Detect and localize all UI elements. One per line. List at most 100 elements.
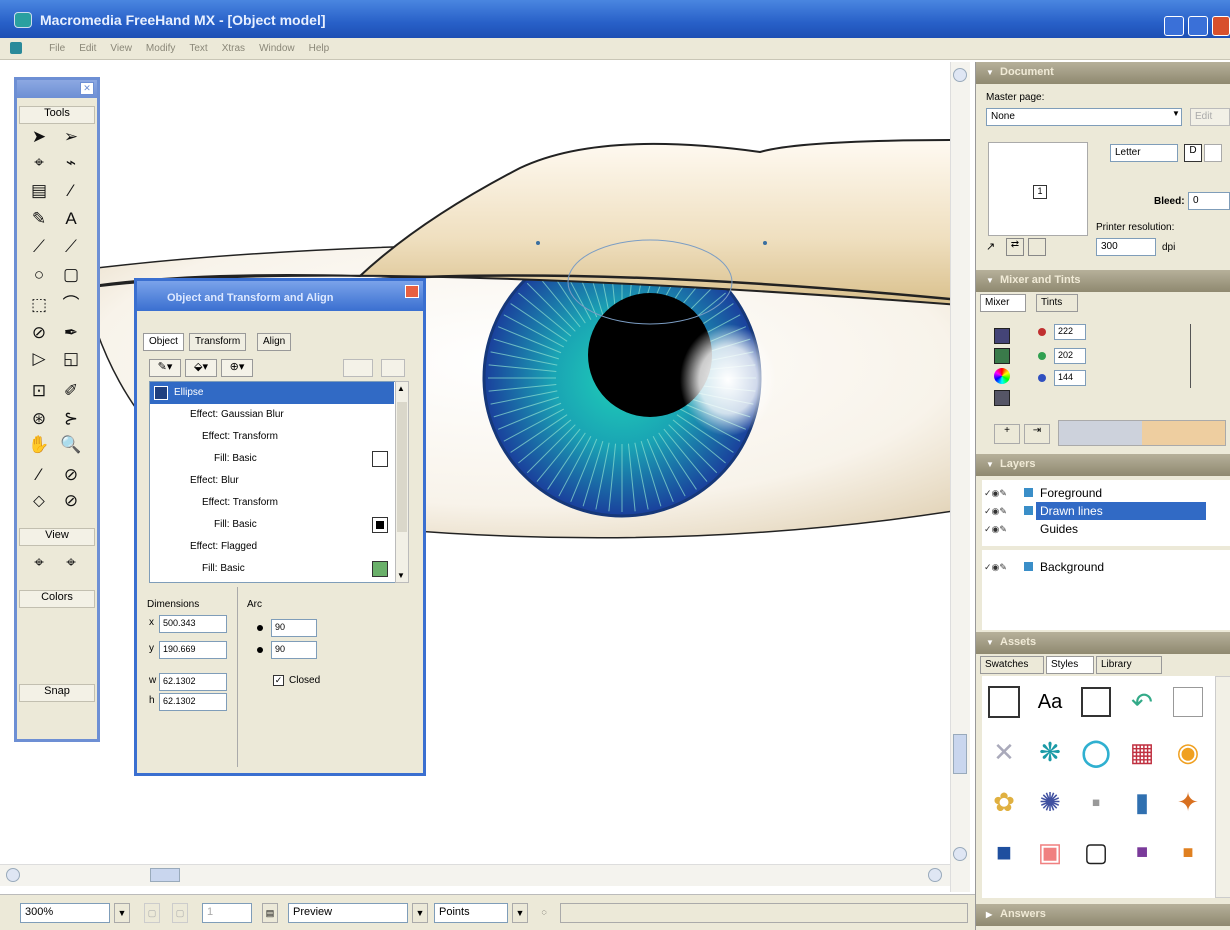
layer-visibility-icon[interactable]: ✓◉✎	[984, 502, 1007, 520]
add-stroke-button[interactable]: ✎▾	[149, 359, 181, 377]
knife-tool-icon[interactable]: ⊘	[25, 320, 53, 346]
hls-mode-icon[interactable]	[994, 368, 1010, 384]
portrait-icon[interactable]: D	[1184, 144, 1202, 162]
layer-row[interactable]: ✓◉✎ Foreground	[982, 484, 1222, 502]
close-icon[interactable]: ✕	[80, 82, 94, 95]
tree-row[interactable]: Effect: Gaussian Blur	[150, 404, 394, 426]
duplicate-item-button[interactable]	[343, 359, 373, 377]
style-orange-ring[interactable]: ◉	[1170, 734, 1206, 770]
fill-swatch[interactable]	[372, 517, 388, 533]
next-page-icon[interactable]: ▤	[262, 903, 278, 923]
rgb-mode-icon[interactable]	[994, 348, 1010, 364]
arc-start-field[interactable]: 90	[271, 619, 317, 637]
layer-row[interactable]: ✓◉✎ Background	[982, 558, 1222, 576]
add-to-swatches-icon[interactable]: +	[994, 424, 1020, 444]
remove-item-button[interactable]	[381, 359, 405, 377]
prev-page-icon[interactable]: ▢	[172, 903, 188, 923]
snap-guide-icon[interactable]: ⌖	[57, 550, 85, 576]
answers-panel-header[interactable]: ▶ Answers	[976, 904, 1230, 926]
tab-transform[interactable]: Transform	[189, 333, 247, 351]
layer-visibility-icon[interactable]: ✓◉✎	[984, 520, 1007, 538]
tab-swatches[interactable]: Swatches	[980, 656, 1044, 674]
color-preview-well[interactable]	[1058, 420, 1226, 446]
style-x-icon[interactable]: ✕	[986, 734, 1022, 770]
scroll-right-button[interactable]	[928, 868, 942, 882]
units-dropdown-icon[interactable]: ▼	[512, 903, 528, 923]
rectangle-tool-icon[interactable]: ▢	[57, 262, 85, 288]
menu-text[interactable]: Text	[189, 43, 207, 54]
document-panel-header[interactable]: ▼ Document	[976, 62, 1230, 84]
edit-master-button[interactable]: Edit	[1190, 108, 1230, 126]
style-orange-swirl[interactable]: ✦	[1170, 784, 1206, 820]
style-pink-square[interactable]: ▣	[1032, 834, 1068, 870]
pointer-tool-icon[interactable]: ➤	[25, 124, 53, 150]
assets-panel-header[interactable]: ▼ Assets	[976, 632, 1230, 654]
scale-tool-icon[interactable]: ◱	[57, 346, 85, 372]
tree-row[interactable]: Effect: Blur	[150, 470, 394, 492]
layer-color-swatch[interactable]	[1024, 506, 1033, 515]
page-size-select[interactable]: Letter	[1110, 144, 1178, 162]
page-view-icon[interactable]: ⇄	[1006, 238, 1024, 256]
style-light-box[interactable]	[1170, 684, 1206, 720]
menu-window[interactable]: Window	[259, 43, 295, 54]
style-gray-square[interactable]: ▪	[1078, 784, 1114, 820]
page-thumbnail[interactable]: 1	[988, 142, 1088, 236]
bleed-field[interactable]: 0	[1188, 192, 1230, 210]
tab-library[interactable]: Library	[1096, 656, 1162, 674]
closed-checkbox[interactable]: ✓	[273, 675, 284, 686]
fill-swatch[interactable]	[372, 451, 388, 467]
line-tool-icon[interactable]: ⟋	[25, 234, 53, 260]
style-cyan-ring[interactable]: ◯	[1078, 734, 1114, 770]
eraser-tool-icon[interactable]: ✐	[57, 378, 85, 404]
spiral-tool-icon[interactable]: ⌒	[57, 292, 85, 318]
stroke-color-icon[interactable]: ⁄	[25, 462, 53, 488]
tree-scrollbar[interactable]: ▲ ▼	[395, 381, 409, 583]
x-field[interactable]: 500.343	[159, 615, 227, 633]
menu-file[interactable]: File	[49, 38, 65, 60]
fill-none-icon[interactable]: ⊘	[57, 488, 85, 514]
add-effect-button[interactable]: ⊕▾	[221, 359, 253, 377]
units-select[interactable]: Points	[434, 903, 508, 923]
page-tool-icon[interactable]: ↗	[986, 240, 1002, 256]
style-navy-square[interactable]: ■	[986, 834, 1022, 870]
vertical-scroll-thumb[interactable]	[953, 734, 967, 774]
tree-row[interactable]: Effect: Transform	[150, 492, 394, 514]
target-icon[interactable]: ◌	[536, 903, 552, 923]
tree-row[interactable]: Effect: Flagged	[150, 536, 394, 558]
freehand-app-icon[interactable]	[14, 12, 32, 28]
layer-row[interactable]: ✓◉✎ Drawn lines	[982, 502, 1222, 520]
text-tool-icon[interactable]: A	[57, 206, 85, 232]
hand-tool-icon[interactable]: ✋	[25, 432, 53, 458]
text-block-icon[interactable]: ▤	[25, 178, 53, 204]
add-fill-button[interactable]: ⬙▾	[185, 359, 217, 377]
tab-styles[interactable]: Styles	[1046, 656, 1094, 674]
tree-scroll-thumb[interactable]	[397, 402, 407, 532]
style-outline-box[interactable]	[1078, 684, 1114, 720]
symbol-tool-icon[interactable]: ⊛	[25, 406, 53, 432]
zoom-tool-icon[interactable]: 🔍	[57, 432, 85, 458]
polygon-tool-icon[interactable]: ⬚	[25, 292, 53, 318]
subselect-tool-icon[interactable]: ➢	[57, 124, 85, 150]
tree-row[interactable]: Effect: Transform	[150, 426, 394, 448]
menu-help[interactable]: Help	[309, 43, 330, 54]
menu-xtras[interactable]: Xtras	[222, 43, 245, 54]
layer-color-swatch[interactable]	[1024, 562, 1033, 571]
scroll-down-icon[interactable]: ▼	[397, 571, 405, 580]
layer-color-swatch[interactable]	[1024, 488, 1033, 497]
layer-visibility-icon[interactable]: ✓◉✎	[984, 558, 1007, 576]
eyedropper-icon[interactable]: ⁄	[57, 178, 85, 204]
style-blue-burst[interactable]: ✺	[1032, 784, 1068, 820]
blend-tool-icon[interactable]: ⊱	[57, 406, 85, 432]
page-thumb-icon[interactable]	[1028, 238, 1046, 256]
cmyk-mode-icon[interactable]	[994, 328, 1010, 344]
view-mode-dropdown-icon[interactable]: ▼	[412, 903, 428, 923]
tab-align[interactable]: Align	[257, 333, 292, 351]
layer-row[interactable]: ✓◉✎ Guides	[982, 520, 1222, 538]
assets-scrollbar[interactable]	[1215, 676, 1230, 898]
zoom-field[interactable]: 300%	[20, 903, 110, 923]
maximize-button[interactable]	[1188, 16, 1208, 36]
style-blue-gradient[interactable]: ▮	[1124, 784, 1160, 820]
horizontal-scroll-thumb[interactable]	[150, 868, 180, 882]
style-orange-square[interactable]: ■	[1170, 834, 1206, 870]
document-icon[interactable]	[10, 42, 22, 55]
